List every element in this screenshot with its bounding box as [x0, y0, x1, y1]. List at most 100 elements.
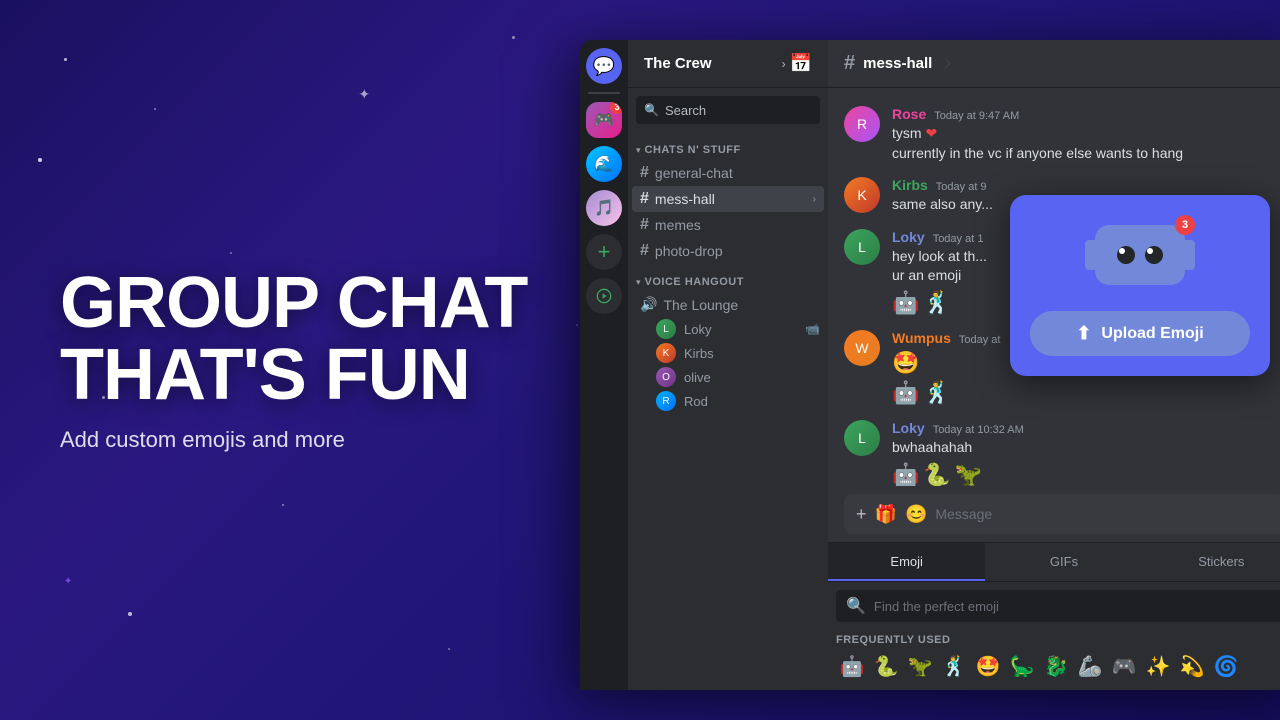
app-window: 💬 🎮 3 🌊 🎵 + The Crew: [580, 40, 1280, 690]
channel-photo-drop[interactable]: # photo-drop: [632, 238, 824, 264]
username-rose: Rose: [892, 106, 926, 122]
emoji-grid-item-2[interactable]: 🐍: [870, 650, 902, 682]
msg-text-rose-1: tysm ❤: [892, 124, 1280, 144]
upload-emoji-label: Upload Emoji: [1101, 325, 1203, 343]
dm-icon[interactable]: 💬: [586, 48, 622, 84]
emoji-robot-2: 🤖: [892, 380, 919, 406]
message-content-loky-2: Loky Today at 10:32 AM bwhaahahah 🤖 🐍 🦖: [892, 420, 1280, 486]
emoji-search-bar[interactable]: 🔍 Find the perfect emoji: [836, 590, 1280, 622]
message-rose: R Rose Today at 9:47 AM tysm ❤ currently…: [844, 104, 1280, 165]
emoji-grid-item-11[interactable]: 💫: [1176, 650, 1208, 682]
server-icon-2[interactable]: 🌊: [586, 146, 622, 182]
voice-member-loky[interactable]: L Loky 📹: [628, 317, 828, 341]
msg-text-rose-2: currently in the vc if anyone else wants…: [892, 144, 1280, 164]
category-arrow-voice-icon: ▾: [636, 277, 641, 288]
server-icon-1[interactable]: 🎮 3: [586, 102, 622, 138]
voice-member-rod[interactable]: R Rod: [628, 389, 828, 413]
avatar-loky-2: L: [844, 420, 880, 456]
search-bar[interactable]: 🔍 Search: [636, 96, 820, 124]
plus-icon[interactable]: +: [856, 504, 867, 525]
timestamp-wumpus: Today at: [959, 334, 1001, 346]
channel-name-mess-hall: mess-hall: [655, 191, 807, 207]
channel-memes[interactable]: # memes: [632, 212, 824, 238]
emoji-grid-item-4[interactable]: 🕺: [938, 650, 970, 682]
channel-mess-hall[interactable]: # mess-hall ›: [632, 186, 824, 212]
speaker-icon: 🔊: [640, 296, 657, 313]
explore-button[interactable]: [586, 278, 622, 314]
message-content-rose: Rose Today at 9:47 AM tysm ❤ currently i…: [892, 106, 1280, 163]
username-loky-1: Loky: [892, 229, 925, 245]
hero-subtitle: Add custom emojis and more: [60, 427, 540, 453]
hero-title: GROUP CHAT THAT'S FUN: [60, 267, 540, 411]
emoji-grid-item-8[interactable]: 🦾: [1074, 650, 1106, 682]
tab-stickers[interactable]: Stickers: [1143, 543, 1280, 581]
username-wumpus: Wumpus: [892, 330, 951, 346]
upload-emoji-popup: 3 ⬆ Upload Emoji: [1010, 195, 1270, 376]
voice-member-name-kirbs: Kirbs: [684, 346, 820, 361]
chat-header-channel-name: mess-hall: [863, 55, 932, 72]
hash-icon: #: [640, 164, 649, 182]
sticker-icon[interactable]: 😊: [905, 504, 927, 525]
channels-list: ▾ CHATS N' STUFF # general-chat # mess-h…: [628, 132, 828, 690]
emoji-row-loky-2: 🤖 🐍 🦖: [892, 462, 1280, 486]
emoji-grid-item-3[interactable]: 🦖: [904, 650, 936, 682]
robot-badge: 3: [1175, 215, 1195, 235]
emoji-search-placeholder: Find the perfect emoji: [874, 599, 999, 614]
server-sidebar: 💬 🎮 3 🌊 🎵 +: [580, 40, 628, 690]
emoji-robot-3: 🤖: [892, 462, 919, 486]
channel-general-chat[interactable]: # general-chat: [632, 160, 824, 186]
channel-name-photo-drop: photo-drop: [655, 243, 816, 259]
calendar-icon[interactable]: 📅: [790, 53, 812, 74]
emoji-grid-item-5[interactable]: 🤩: [972, 650, 1004, 682]
server-name: The Crew: [644, 55, 778, 72]
chat-header: # mess-hall ›: [828, 40, 1280, 88]
upload-arrow-icon: ⬆: [1076, 323, 1091, 344]
voice-member-olive[interactable]: O olive: [628, 365, 828, 389]
emoji-grid-item-12[interactable]: 🌀: [1210, 650, 1242, 682]
tab-emoji[interactable]: Emoji: [828, 543, 985, 581]
emoji-snake: 🐍: [923, 462, 950, 486]
upload-emoji-button[interactable]: ⬆ Upload Emoji: [1030, 311, 1250, 356]
message-input-bar[interactable]: + 🎁 😊 Message: [844, 494, 1280, 534]
channel-name-general: general-chat: [655, 165, 816, 181]
voice-channel-lounge[interactable]: 🔊 The Lounge: [632, 292, 824, 317]
voice-member-name-loky: Loky: [684, 322, 797, 337]
emoji-dino: 🦖: [955, 462, 982, 486]
category-chats[interactable]: ▾ CHATS N' STUFF: [628, 140, 828, 160]
avatar-rose: R: [844, 106, 880, 142]
robot-right-eye: [1145, 246, 1163, 264]
add-server-button[interactable]: +: [586, 234, 622, 270]
hash-icon: #: [640, 242, 649, 260]
hash-icon: #: [640, 190, 649, 208]
tab-gifs[interactable]: GIFs: [985, 543, 1142, 581]
msg-header-kirbs: Kirbs Today at 9: [892, 177, 1280, 193]
chat-header-divider: ›: [944, 52, 951, 75]
input-area: + 🎁 😊 Message: [828, 486, 1280, 542]
timestamp-loky-2: Today at 10:32 AM: [933, 424, 1024, 436]
timestamp-kirbs: Today at 9: [936, 181, 987, 193]
voice-member-name-olive: olive: [684, 370, 820, 385]
voice-avatar-kirbs: K: [656, 343, 676, 363]
emoji-search-icon: 🔍: [846, 596, 866, 616]
timestamp-loky-1: Today at 1: [933, 233, 984, 245]
video-icon-loky: 📹: [805, 322, 820, 336]
server-icon-3[interactable]: 🎵: [586, 190, 622, 226]
emoji-grid-item-6[interactable]: 🦕: [1006, 650, 1038, 682]
emoji-grid-item-10[interactable]: ✨: [1142, 650, 1174, 682]
emoji-grid-item-1[interactable]: 🤖: [836, 650, 868, 682]
voice-member-name-rod: Rod: [684, 394, 820, 409]
server-header[interactable]: The Crew › 📅: [628, 40, 828, 88]
username-kirbs: Kirbs: [892, 177, 928, 193]
emoji-dance: 🕺: [923, 290, 950, 316]
input-placeholder[interactable]: Message: [935, 506, 1272, 522]
robot-right-ear: [1181, 240, 1195, 270]
emoji-tabs: Emoji GIFs Stickers: [828, 543, 1280, 582]
emoji-grid-item-9[interactable]: 🎮: [1108, 650, 1140, 682]
gift-icon[interactable]: 🎁: [875, 504, 897, 525]
voice-member-kirbs[interactable]: K Kirbs: [628, 341, 828, 365]
emoji-grid-item-7[interactable]: 🐉: [1040, 650, 1072, 682]
robot-head: 3: [1095, 225, 1185, 285]
category-voice[interactable]: ▾ Voice Hangout: [628, 272, 828, 292]
message-loky-2: L Loky Today at 10:32 AM bwhaahahah 🤖 🐍 …: [844, 418, 1280, 486]
search-bar-text: Search: [665, 103, 812, 118]
